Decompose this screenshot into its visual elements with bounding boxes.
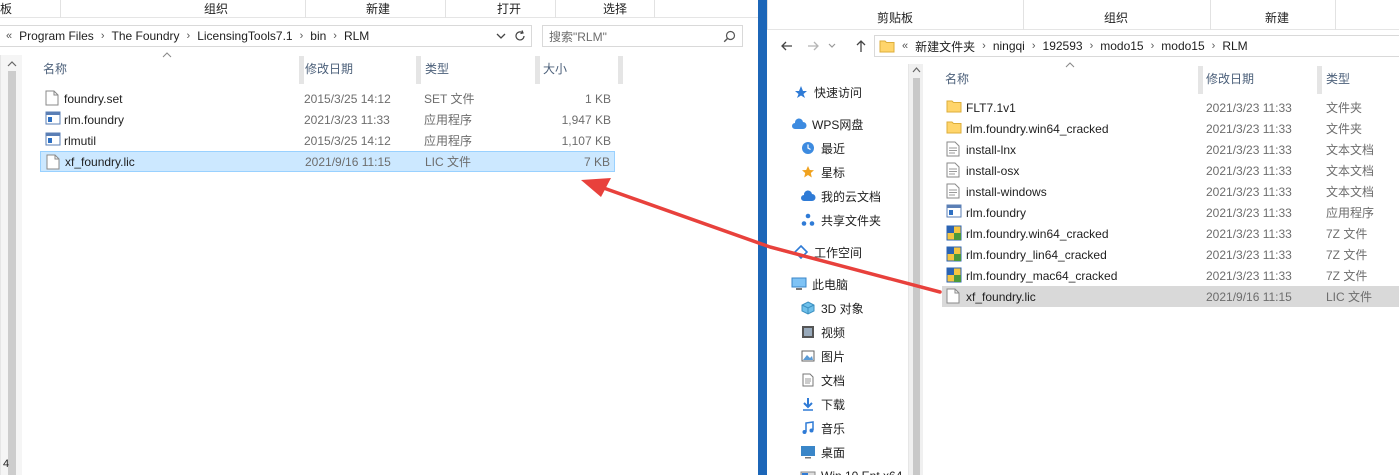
- annotation-arrow: [581, 178, 942, 294]
